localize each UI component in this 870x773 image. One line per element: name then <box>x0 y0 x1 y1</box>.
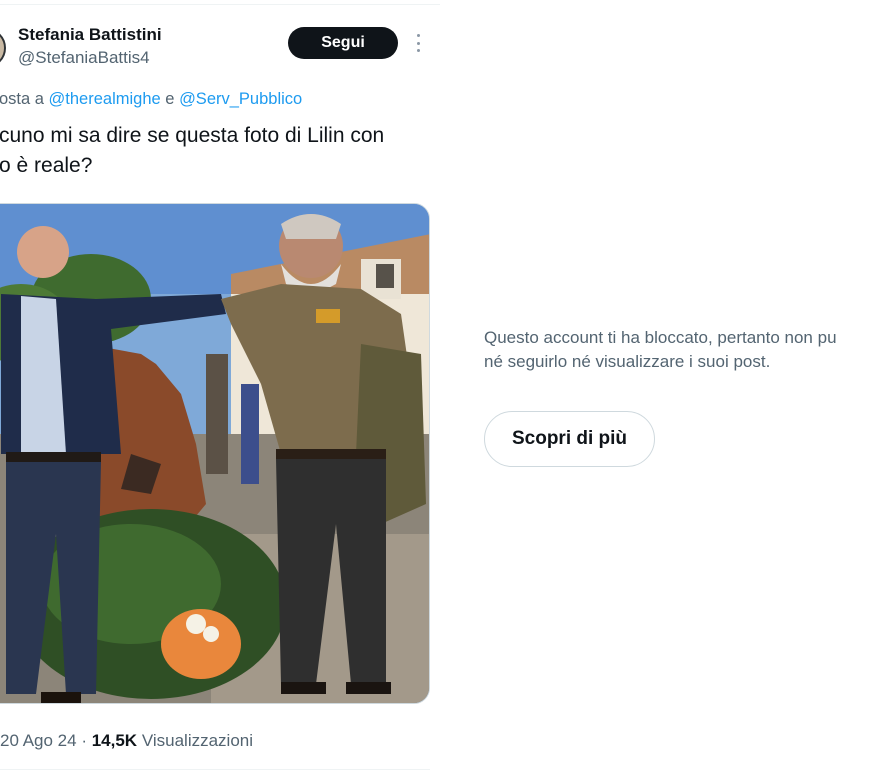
page: Stefania Battistini @StefaniaBattis4 Seg… <box>0 0 870 773</box>
tweet-photo[interactable] <box>0 203 430 704</box>
avatar[interactable] <box>0 28 6 68</box>
follow-button[interactable]: Segui <box>288 27 398 59</box>
views-label: Visualizzazioni <box>141 731 254 750</box>
divider <box>0 4 440 5</box>
author-name[interactable]: Stefania Battistini <box>18 25 162 45</box>
mention-link-therealmighe[interactable]: @therealmighe <box>49 90 161 108</box>
author-handle[interactable]: @StefaniaBattis4 <box>18 48 150 68</box>
learn-more-button[interactable]: Scopri di più <box>484 411 655 467</box>
views-count: 14,5K <box>91 731 138 750</box>
tweet-card: Stefania Battistini @StefaniaBattis4 Seg… <box>0 0 440 773</box>
tweet-metadata: 20 Ago 24 · 14,5K Visualizzazioni <box>0 731 253 751</box>
reply-prefix: osta a <box>0 90 44 108</box>
reply-joiner: e <box>165 90 175 108</box>
tweet-date[interactable]: 20 Ago 24 <box>0 731 77 750</box>
more-vertical-icon[interactable] <box>411 32 425 54</box>
mention-link-serv-pubblico[interactable]: @Serv_Pubblico <box>179 90 302 108</box>
reply-context: osta a @therealmighe e @Serv_Pubblico <box>0 90 302 109</box>
tweet-text-line: o è reale? <box>0 154 93 177</box>
tweet-text-line: cuno mi sa dire se questa foto di Lilin … <box>0 124 385 147</box>
divider <box>0 769 430 770</box>
blocked-notice-line: Questo account ti ha bloccato, pertanto … <box>484 328 837 347</box>
meta-separator: · <box>81 731 87 750</box>
blocked-notice: Questo account ti ha bloccato, pertanto … <box>484 326 870 374</box>
blocked-notice-line: né seguirlo né visualizzare i suoi post. <box>484 352 771 371</box>
tweet-text: cuno mi sa dire se questa foto di Lilin … <box>0 121 429 181</box>
